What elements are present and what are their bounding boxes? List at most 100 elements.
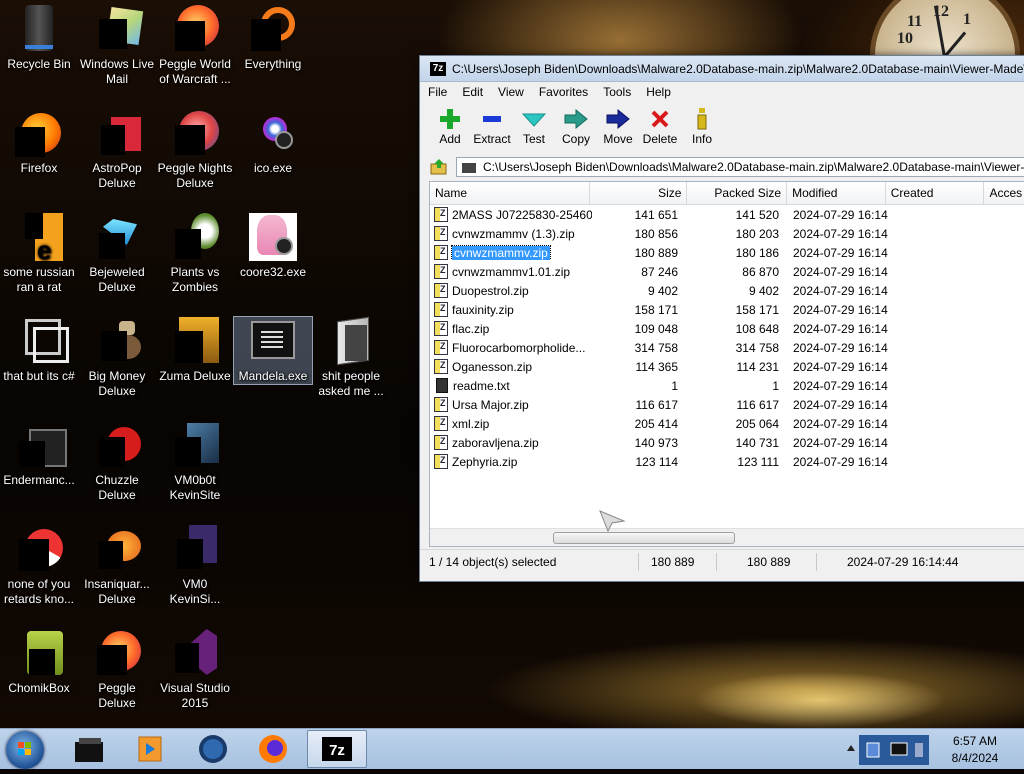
column-header-modified[interactable]: Modified — [787, 182, 886, 204]
extract-button[interactable]: Extract — [470, 102, 514, 146]
globe-icon — [199, 735, 227, 763]
test-button[interactable]: Test — [512, 102, 556, 146]
folder-icon — [327, 316, 375, 366]
desktop-icon-firefox[interactable]: Firefox — [0, 109, 78, 176]
file-row[interactable]: Duopestrol.zip 9 402 9 402 2024-07-29 16:14 — [430, 281, 1024, 300]
taskbar-app-globe[interactable] — [185, 730, 241, 768]
copy-button[interactable]: Copy — [554, 102, 598, 146]
delete-button[interactable]: Delete — [638, 102, 682, 146]
file-name: 2MASS J07225830-25460... — [452, 207, 592, 222]
desktop-icon-chuzzle[interactable]: Chuzzle Deluxe — [78, 421, 156, 503]
file-row[interactable]: fauxinity.zip 158 171 158 171 2024-07-29 16… — [430, 300, 1024, 319]
info-button[interactable]: Info — [680, 102, 724, 146]
desktop-icon-mandela-exe[interactable]: Mandela.exe — [233, 316, 313, 385]
window-titlebar[interactable]: 7z C:\Users\Joseph Biden\Downloads\Malwa… — [420, 56, 1024, 82]
menu-help[interactable]: Help — [646, 85, 671, 99]
start-button[interactable] — [6, 731, 44, 769]
file-row[interactable]: Ursa Major.zip 116 617 116 617 2024-07-29 1… — [430, 395, 1024, 414]
move-arrow-icon — [606, 108, 630, 130]
column-header-accessed[interactable]: Acces — [984, 182, 1024, 204]
file-row[interactable]: cvnwzmammv (1.3).zip 180 856 180 203 2024-0… — [430, 224, 1024, 243]
desktop-icon-peggle-nights[interactable]: Peggle Nights Deluxe — [156, 109, 234, 191]
mouse-cursor-icon — [599, 510, 626, 533]
column-header-name[interactable]: Name — [430, 182, 590, 204]
file-row[interactable]: xml.zip 205 414 205 064 2024-07-29 16:14 — [430, 414, 1024, 433]
file-row[interactable]: 2MASS J07225830-25460... 141 651 141 520 20… — [430, 205, 1024, 224]
toolbar: Add Extract Test Copy Move Delete Info — [420, 102, 1024, 156]
file-row[interactable]: Zephyria.zip 123 114 123 111 2024-07-29 16:… — [430, 452, 1024, 471]
file-size: 123 114 — [635, 454, 679, 469]
desktop-icon-some-russian-ran-a-rat[interactable]: e some russian ran a rat — [0, 213, 78, 295]
menu-file[interactable]: File — [428, 85, 447, 99]
file-row[interactable]: flac.zip 109 048 108 648 2024-07-29 16:14 — [430, 319, 1024, 338]
clock-time: 6:57 AM — [952, 734, 998, 748]
menu-favorites[interactable]: Favorites — [539, 85, 588, 99]
taskbar-app-7zip[interactable]: 7z — [307, 730, 367, 768]
column-header-packed-size[interactable]: Packed Size — [687, 182, 788, 204]
desktop-icon-folder-shit-people-asked[interactable]: shit people asked me ... — [312, 316, 390, 399]
file-row[interactable]: zaboravljena.zip 140 973 140 731 2024-07-29… — [430, 433, 1024, 452]
horizontal-scrollbar[interactable] — [430, 528, 1024, 546]
address-input[interactable]: C:\Users\Joseph Biden\Downloads\Malware2… — [456, 157, 1024, 177]
desktop-icon-big-money[interactable]: Big Money Deluxe — [78, 317, 156, 399]
show-hidden-icons-chevron-icon[interactable] — [845, 742, 857, 754]
file-size: 109 048 — [634, 321, 678, 336]
file-row[interactable]: Fluorocarbomorpholide... 314 758 314 758 20… — [430, 338, 1024, 357]
column-header-size[interactable]: Size — [590, 182, 688, 204]
desktop-icon-ico-exe[interactable]: ico.exe — [234, 109, 312, 176]
desktop-icon-visual-studio[interactable]: Visual Studio 2015 — [156, 629, 234, 711]
desktop-icon-bejeweled[interactable]: Bejeweled Deluxe — [78, 213, 156, 295]
desktop-icon-vm0b0t-kevinsite[interactable]: VM0b0t KevinSite — [156, 421, 234, 503]
file-row[interactable]: cvnwzmammv1.01.zip 87 246 86 870 2024-07-29… — [430, 262, 1024, 281]
desktop-icon-astropop[interactable]: AstroPop Deluxe — [78, 109, 156, 191]
desktop-icon-endermanch[interactable]: Endermanc... — [0, 421, 78, 488]
desktop-icon-windows-live-mail[interactable]: Windows Live Mail — [78, 5, 156, 87]
file-packed-size: 123 111 — [737, 454, 779, 469]
gem-icon — [93, 213, 141, 261]
add-button[interactable]: Add — [428, 102, 472, 146]
scrollbar-thumb[interactable] — [553, 532, 735, 544]
desktop-icon-label: Everything — [244, 57, 302, 71]
desktop-icon-zuma-deluxe[interactable]: Zuma Deluxe — [156, 317, 234, 384]
info-icon — [697, 108, 707, 130]
column-header-created[interactable]: Created — [886, 182, 985, 204]
file-packed-size: 158 171 — [735, 302, 779, 317]
desktop-icon-none-of-you[interactable]: none of you retards kno... — [0, 525, 78, 607]
file-row[interactable]: cvnwzmammv.zip 180 889 180 186 2024-07-29 1… — [430, 243, 1024, 262]
desktop-icon-plants-vs-zombies[interactable]: Plants vs Zombies — [156, 213, 234, 295]
desktop-icon-peggle-wow[interactable]: Peggle World of Warcraft ... — [156, 5, 234, 87]
file-row[interactable]: readme.txt 1 1 2024-07-29 16:14 — [430, 376, 1024, 395]
menu-view[interactable]: View — [498, 85, 524, 99]
desktop-icon-label: Zuma Deluxe — [159, 369, 231, 383]
menu-bar: File Edit View Favorites Tools Help — [420, 82, 1024, 102]
taskbar-app-firefox[interactable] — [245, 730, 301, 768]
zip-file-icon — [434, 283, 448, 298]
desktop-icon-label: ChomikBox — [8, 681, 70, 695]
desktop-icon-peggle-deluxe[interactable]: Peggle Deluxe — [78, 629, 156, 711]
taskbar-app-file-manager[interactable] — [60, 730, 116, 768]
file-name: cvnwzmammv.zip — [451, 245, 551, 260]
file-modified: 2024-07-29 16:14 — [793, 435, 888, 450]
desktop-icon-everything[interactable]: Everything — [234, 5, 312, 72]
zip-file-icon — [434, 340, 448, 355]
file-modified: 2024-07-29 16:14 — [793, 416, 888, 431]
move-button[interactable]: Move — [596, 102, 640, 146]
desktop-icon-coore32[interactable]: coore32.exe — [234, 213, 312, 280]
menu-tools[interactable]: Tools — [603, 85, 631, 99]
tray-icons[interactable] — [859, 735, 929, 765]
menu-edit[interactable]: Edit — [462, 85, 483, 99]
file-row[interactable]: Oganesson.zip 114 365 114 231 2024-07-29 16… — [430, 357, 1024, 376]
file-name: cvnwzmammv1.01.zip — [452, 264, 571, 279]
desktop-icon-chomikbox[interactable]: ChomikBox — [0, 629, 78, 696]
taskbar-app-media-player[interactable] — [120, 730, 176, 768]
file-size: 180 889 — [634, 245, 678, 260]
file-size: 141 651 — [634, 207, 678, 222]
desktop-icon-recycle-bin[interactable]: Recycle Bin — [0, 5, 78, 72]
desktop-icon-vm0-kevinsite[interactable]: VM0 KevinSi... — [156, 525, 234, 607]
up-folder-icon[interactable] — [430, 158, 448, 176]
desktop-icon-that-but-its-csharp[interactable]: that but its c# — [0, 317, 78, 384]
zip-file-icon — [434, 321, 448, 336]
desktop-icon-insaniquarium[interactable]: Insaniquar... Deluxe — [78, 525, 156, 607]
file-packed-size: 86 870 — [742, 264, 779, 279]
clock[interactable]: 6:57 AM 8/4/2024 — [930, 733, 1020, 767]
